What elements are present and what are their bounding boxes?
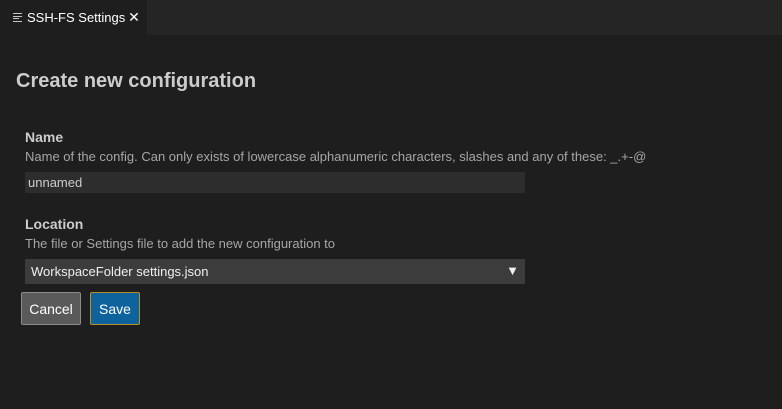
tab-ssh-fs-settings[interactable]: SSH-FS Settings ✕ xyxy=(0,0,147,35)
page-title: Create new configuration xyxy=(16,70,257,92)
name-description: Name of the config. Can only exists of l… xyxy=(25,149,647,164)
save-button[interactable]: Save xyxy=(90,292,140,325)
tab-bar: SSH-FS Settings ✕ xyxy=(0,0,782,35)
location-select[interactable]: WorkspaceFolder settings.json ▼ xyxy=(25,259,525,284)
location-description: The file or Settings file to add the new… xyxy=(25,236,336,251)
name-label: Name xyxy=(25,129,64,145)
close-icon[interactable]: ✕ xyxy=(127,9,141,25)
lines-icon xyxy=(13,13,22,22)
cancel-button[interactable]: Cancel xyxy=(21,292,81,325)
location-select-value: WorkspaceFolder settings.json xyxy=(31,264,209,279)
location-label: Location xyxy=(25,216,84,232)
tab-title: SSH-FS Settings xyxy=(27,10,126,25)
dropdown-arrow-icon: ▼ xyxy=(506,263,519,278)
name-input[interactable] xyxy=(25,172,525,193)
